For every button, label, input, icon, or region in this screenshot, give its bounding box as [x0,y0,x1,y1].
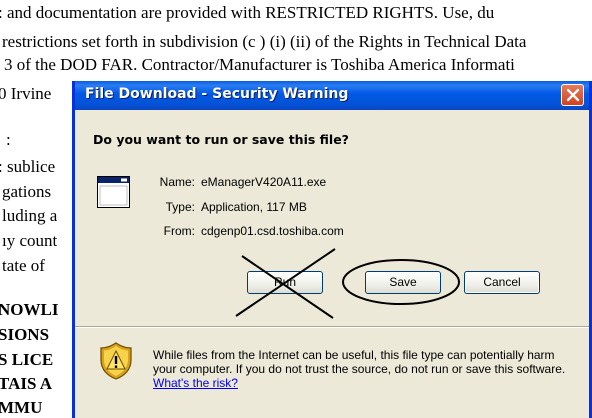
file-name: eManagerV420A11.exe [201,175,327,189]
cancel-button[interactable]: Cancel [464,271,540,294]
close-button[interactable] [561,84,584,106]
from-label: From: [163,224,195,238]
dialog-content: Do you want to run or save this file? Na… [75,110,589,418]
doc-line: MMU [0,398,43,417]
security-shield-icon [100,342,132,380]
application-icon [97,176,130,208]
close-icon [566,88,580,102]
whats-the-risk-link[interactable]: What's the risk? [153,376,238,390]
doc-line: 3 of the DOD FAR. Contractor/Manufacture… [4,55,515,74]
doc-line: NOWLI [0,300,59,319]
doc-line: : and documentation are provided with RE… [0,3,495,22]
name-label: Name: [159,175,195,189]
file-type: Application, 117 MB [201,200,307,214]
doc-line: gations [2,182,52,201]
doc-line: tate of [2,256,45,275]
question-heading: Do you want to run or save this file? [93,132,349,147]
doc-line: TAIS A [0,374,53,393]
doc-line: : sublice [0,157,56,176]
doc-line: ıy count [2,231,58,250]
file-source: cdgenp01.csd.toshiba.com [201,224,344,238]
security-warning-text: While files from the Internet can be use… [153,348,573,390]
doc-line: 0 Irvine [0,84,52,103]
warning-message: While files from the Internet can be use… [153,348,566,376]
file-download-dialog: File Download - Security Warning Do you … [72,81,592,418]
doc-line: restrictions set forth in subdivision (c… [2,32,527,51]
dialog-title: File Download - Security Warning [85,86,349,102]
title-bar[interactable]: File Download - Security Warning [75,81,589,110]
doc-line: SIONS [0,325,50,344]
doc-line: S LICE [0,350,54,369]
doc-line: luding a [2,206,58,225]
type-label: Type: [165,200,195,214]
run-button[interactable]: Run [247,271,323,294]
doc-line: : [6,130,11,149]
save-button[interactable]: Save [365,271,441,294]
divider [75,326,589,328]
